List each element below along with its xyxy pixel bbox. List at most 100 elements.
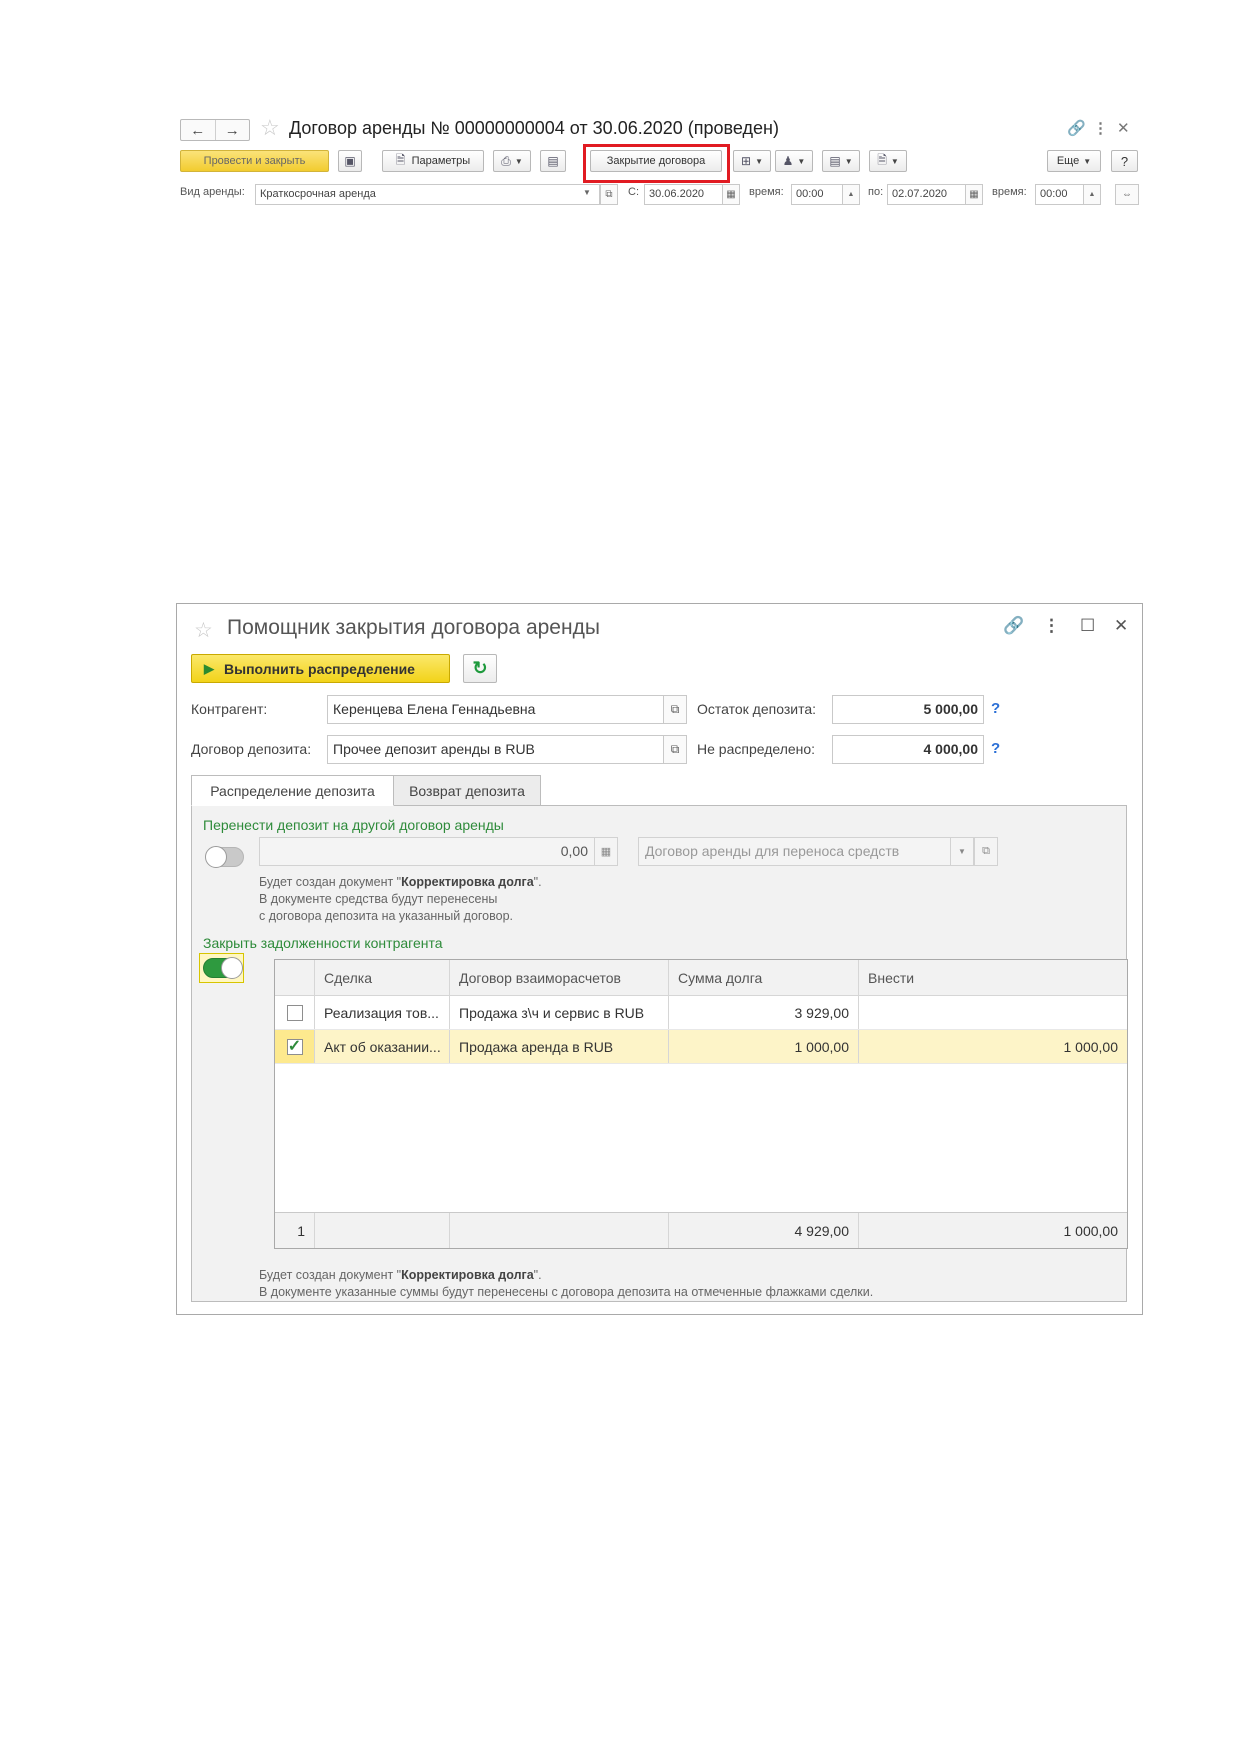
dropdown-icon: ▼ [797, 156, 806, 166]
table-row[interactable]: Реализация тов... Продажа з\ч и сервис в… [275, 996, 1127, 1030]
save-button[interactable]: ▣ [338, 150, 362, 172]
note-text: с договора депозита на указанный договор… [259, 909, 514, 923]
cell-pay[interactable] [859, 996, 1127, 1029]
cell-contract: Продажа з\ч и сервис в RUB [450, 996, 669, 1029]
debts-toggle[interactable] [203, 957, 243, 979]
note-text: В документе указанные суммы будут перене… [259, 1285, 874, 1299]
help-button[interactable]: ? [1111, 150, 1138, 172]
cell-pay[interactable]: 1 000,00 [859, 1030, 1127, 1063]
spinner-icon[interactable]: ▲ [842, 184, 860, 205]
to-date-field[interactable]: 02.07.2020 [887, 184, 967, 205]
footer-count: 1 [275, 1213, 315, 1248]
debts-note: Будет создан документ "Корректировка дол… [259, 1267, 873, 1301]
print-button[interactable]: ⎙ ▼ [493, 150, 531, 172]
row-checkbox[interactable]: ✓ [286, 1037, 303, 1055]
reports-button[interactable]: ▤ ▼ [822, 150, 860, 172]
time-field-2[interactable]: 00:00 [1035, 184, 1085, 205]
row-checkbox[interactable] [286, 1004, 303, 1021]
printer-icon: ⎙ [501, 153, 511, 168]
more-vert-icon[interactable]: ⋮ [1093, 119, 1108, 137]
refresh-icon: ↻ [472, 658, 488, 678]
open-icon[interactable]: ⧉ [974, 837, 998, 866]
dropdown-icon: ▼ [1083, 156, 1092, 166]
link-icon[interactable]: 🔗 [1003, 616, 1024, 636]
counterparty-label: Контрагент: [191, 701, 268, 717]
more-button[interactable]: Еще ▼ [1047, 150, 1101, 172]
structure-icon: ▤ [547, 154, 559, 168]
note-text: Будет создан документ " [259, 1268, 402, 1282]
rent-type-field[interactable]: Краткосрочная аренда [255, 184, 600, 205]
more-vert-icon[interactable]: ⋮ [1043, 616, 1060, 636]
parameters-button[interactable]: 🗎 Параметры [382, 150, 484, 172]
counterparty-field[interactable]: Керенцева Елена Геннадьевна [327, 695, 664, 724]
header-pay[interactable]: Внести [859, 960, 1127, 995]
period-icon[interactable]: ⇔ [1115, 184, 1139, 205]
header-checkbox-column [275, 960, 315, 995]
tab-deposit-return[interactable]: Возврат депозита [393, 775, 541, 806]
note-text: ". [533, 1268, 542, 1282]
calendar-icon[interactable]: ▦ [965, 184, 983, 205]
run-distribution-button[interactable]: ▶ Выполнить распределение [191, 654, 450, 683]
nav-buttons: ← → [180, 119, 250, 141]
star-icon[interactable]: ☆ [260, 117, 280, 139]
table-row[interactable]: ✓ Акт об оказании... Продажа аренда в RU… [275, 1030, 1127, 1064]
users-icon: ♟ [782, 154, 794, 168]
maximize-icon[interactable]: ☐ [1080, 616, 1095, 636]
table-footer: 1 4 929,00 1 000,00 [275, 1212, 1127, 1248]
header-deal[interactable]: Сделка [315, 960, 450, 995]
calculator-icon[interactable]: ▦ [594, 837, 618, 866]
header-contract[interactable]: Договор взаиморасчетов [450, 960, 669, 995]
to-label: по: [868, 186, 884, 198]
dropdown-icon: ▼ [514, 156, 523, 166]
check-icon: ✓ [287, 1037, 302, 1055]
footer-empty [315, 1213, 450, 1248]
close-icon[interactable]: ✕ [1114, 616, 1128, 636]
calendar-icon[interactable]: ▦ [722, 184, 740, 205]
create-based-button[interactable]: ⊞ ▼ [733, 150, 771, 172]
star-icon[interactable]: ☆ [194, 618, 213, 643]
transfer-contract-field[interactable]: Договор аренды для переноса средств [638, 837, 951, 866]
refresh-button[interactable]: ↻ [463, 654, 497, 683]
table-header: Сделка Договор взаиморасчетов Сумма долг… [275, 960, 1127, 996]
cell-contract: Продажа аренда в RUB [450, 1030, 669, 1063]
tab-deposit-distribution[interactable]: Распределение депозита [191, 775, 394, 806]
spinner-icon[interactable]: ▲ [1083, 184, 1101, 205]
open-icon[interactable]: ⧉ [600, 184, 618, 205]
close-icon[interactable]: ✕ [1117, 119, 1130, 137]
note-text: Будет создан документ " [259, 875, 402, 889]
deposit-contract-field[interactable]: Прочее депозит аренды в RUB [327, 735, 664, 764]
help-icon[interactable]: ? [991, 700, 1000, 717]
attachment-icon: 🗎 [877, 152, 887, 167]
dropdown-icon[interactable]: ▼ [583, 188, 591, 197]
note-text: ". [533, 875, 542, 889]
footer-pay-total: 1 000,00 [1063, 1222, 1119, 1239]
toggle-knob [205, 846, 227, 868]
users-button[interactable]: ♟ ▼ [775, 150, 813, 172]
dropdown-icon[interactable]: ▼ [950, 837, 974, 866]
transfer-amount-field[interactable]: 0,00 [259, 837, 595, 866]
help-icon[interactable]: ? [991, 740, 1000, 757]
post-and-close-button[interactable]: Провести и закрыть [180, 150, 329, 172]
link-icon[interactable]: 🔗 [1067, 119, 1086, 137]
header-debt[interactable]: Сумма долга [669, 960, 859, 995]
time-label-1: время: [749, 186, 784, 198]
time-field-1[interactable]: 00:00 [791, 184, 846, 205]
deposit-balance-field: 5 000,00 [832, 695, 984, 724]
from-date-field[interactable]: 30.06.2020 [644, 184, 724, 205]
transfer-toggle[interactable] [205, 846, 244, 868]
rent-type-label: Вид аренды: [180, 186, 245, 198]
forward-arrow-icon[interactable]: → [216, 120, 250, 140]
structure-button[interactable]: ▤ [540, 150, 566, 172]
toggle-knob [221, 957, 243, 979]
unallocated-label: Не распределено: [697, 741, 816, 757]
wizard-title: Помощник закрытия договора аренды [227, 616, 600, 639]
back-arrow-icon[interactable]: ← [181, 120, 216, 140]
document-title: Договор аренды № 00000000004 от 30.06.20… [289, 118, 779, 138]
note-text: В документе средства будут перенесены [259, 892, 498, 906]
deposit-balance-label: Остаток депозита: [697, 701, 817, 717]
open-icon[interactable]: ⧉ [663, 695, 687, 724]
open-icon[interactable]: ⧉ [663, 735, 687, 764]
attachments-button[interactable]: 🗎 ▼ [869, 150, 907, 172]
debts-section-label: Закрыть задолженности контрагента [203, 935, 443, 951]
unallocated-field: 4 000,00 [832, 735, 984, 764]
